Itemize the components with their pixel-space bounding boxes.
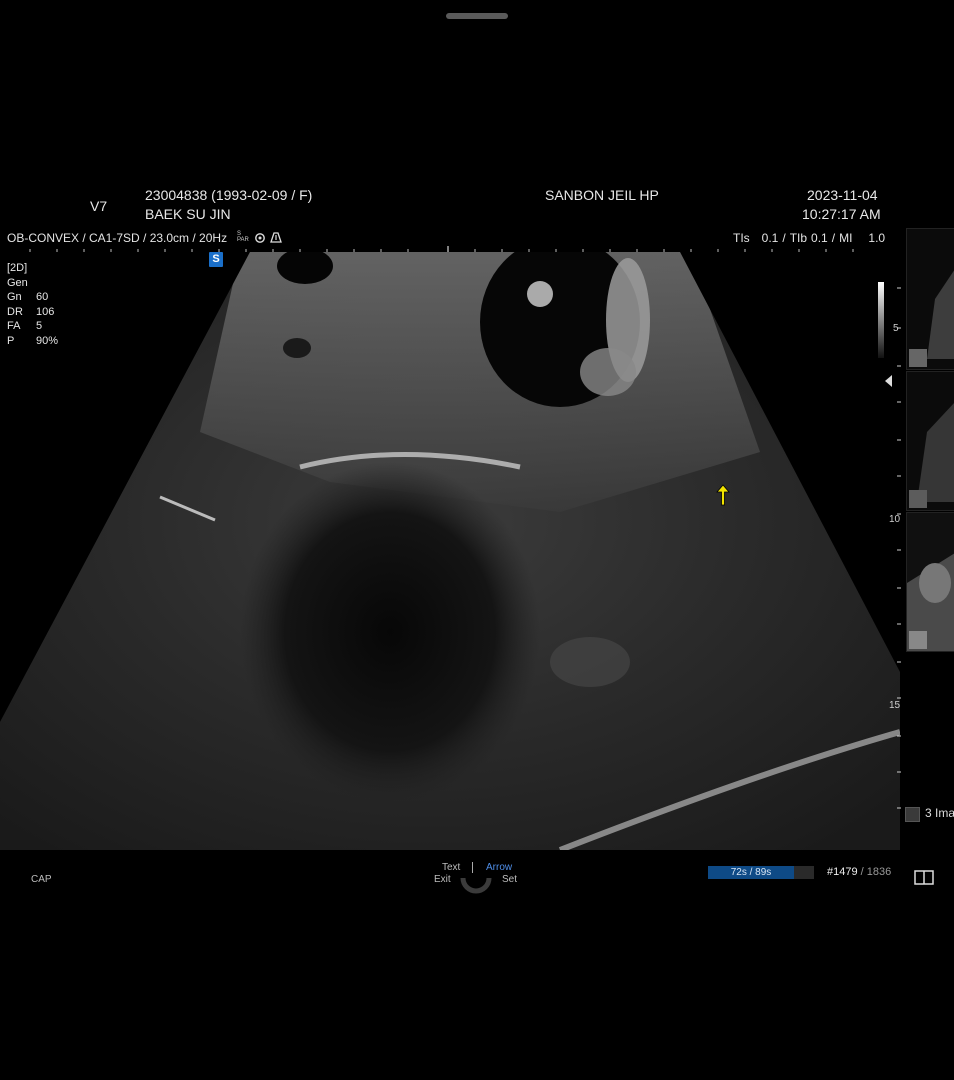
cap-label[interactable]: CAP: [31, 874, 52, 885]
set-button[interactable]: Set: [502, 874, 517, 885]
frame-current: #1479: [827, 866, 858, 878]
cine-progress-bar[interactable]: 72s / 89s: [708, 866, 814, 879]
image-count-label: 3 Ima: [925, 806, 954, 820]
depth-scale: [897, 287, 901, 809]
frame-counter: #1479 / 1836: [827, 866, 891, 878]
depth-mark-5: 5: [893, 323, 899, 334]
s-badge: S: [209, 252, 223, 267]
thumbnail-strip: [904, 228, 954, 658]
depth-mark-10: 10: [889, 514, 901, 525]
focus-marker-icon[interactable]: [885, 375, 893, 387]
param-fa: FA 5: [7, 320, 43, 332]
depth-mark-15: 15: [889, 700, 901, 711]
cine-progress-label: 72s / 89s: [730, 867, 772, 878]
frame-total: / 1836: [860, 866, 892, 878]
thermal-index: TIs 0.1 / TIb 0.1 / MI 1.0: [733, 231, 886, 245]
thumbnail-1[interactable]: [906, 228, 954, 370]
mode-divider: [472, 862, 473, 873]
dual-view-icon[interactable]: [905, 866, 943, 890]
probe-status-icons: [255, 232, 282, 243]
tis-label: TIs: [733, 231, 750, 245]
grayscale-bar: [878, 282, 884, 358]
exit-button[interactable]: Exit: [434, 874, 451, 885]
freeze-probe-icon: [270, 232, 282, 243]
hospital-name: SANBON JEIL HP: [545, 187, 659, 203]
top-drag-handle[interactable]: [446, 13, 508, 19]
patient-id: 23004838 (1993-02-09 / F): [145, 187, 313, 203]
probe-preset: OB-CONVEX / CA1-7SD / 23.0cm / 20Hz: [7, 231, 228, 245]
heart-sync-icon: [255, 233, 265, 243]
spar-label: S PAR: [237, 231, 249, 243]
gen-label: Gen: [7, 276, 28, 289]
mode-label: [2D]: [7, 262, 28, 274]
app-version: V7: [90, 198, 108, 214]
text-mode-button[interactable]: Text: [442, 862, 460, 873]
thumbnail-2[interactable]: [906, 371, 954, 511]
patient-name: BAEK SU JIN: [145, 206, 231, 222]
tib-label: TIb: [789, 231, 808, 245]
tis-value: 0.1: [761, 231, 779, 245]
arrow-mode-button[interactable]: Arrow: [486, 862, 512, 873]
exam-time: 10:27:17 AM: [802, 206, 881, 222]
mi-label: MI: [839, 231, 853, 245]
arrow-annotation-icon[interactable]: [714, 484, 732, 506]
exam-date: 2023-11-04: [807, 187, 878, 203]
param-p: P 90%: [7, 334, 59, 347]
ultrasound-image[interactable]: [0, 252, 900, 850]
thumbnail-3[interactable]: [906, 512, 954, 652]
image-params: [2D] Gen Gn 60 DR 106 FA 5 P 90%: [7, 261, 58, 348]
tib-value: 0.1: [811, 231, 828, 245]
thumbnail-select-checkbox[interactable]: [905, 807, 920, 822]
param-dr: DR 106: [7, 305, 55, 318]
param-gn: Gn 60: [7, 291, 49, 303]
trackball-icon[interactable]: [460, 874, 492, 894]
mi-value: 1.0: [868, 231, 886, 245]
